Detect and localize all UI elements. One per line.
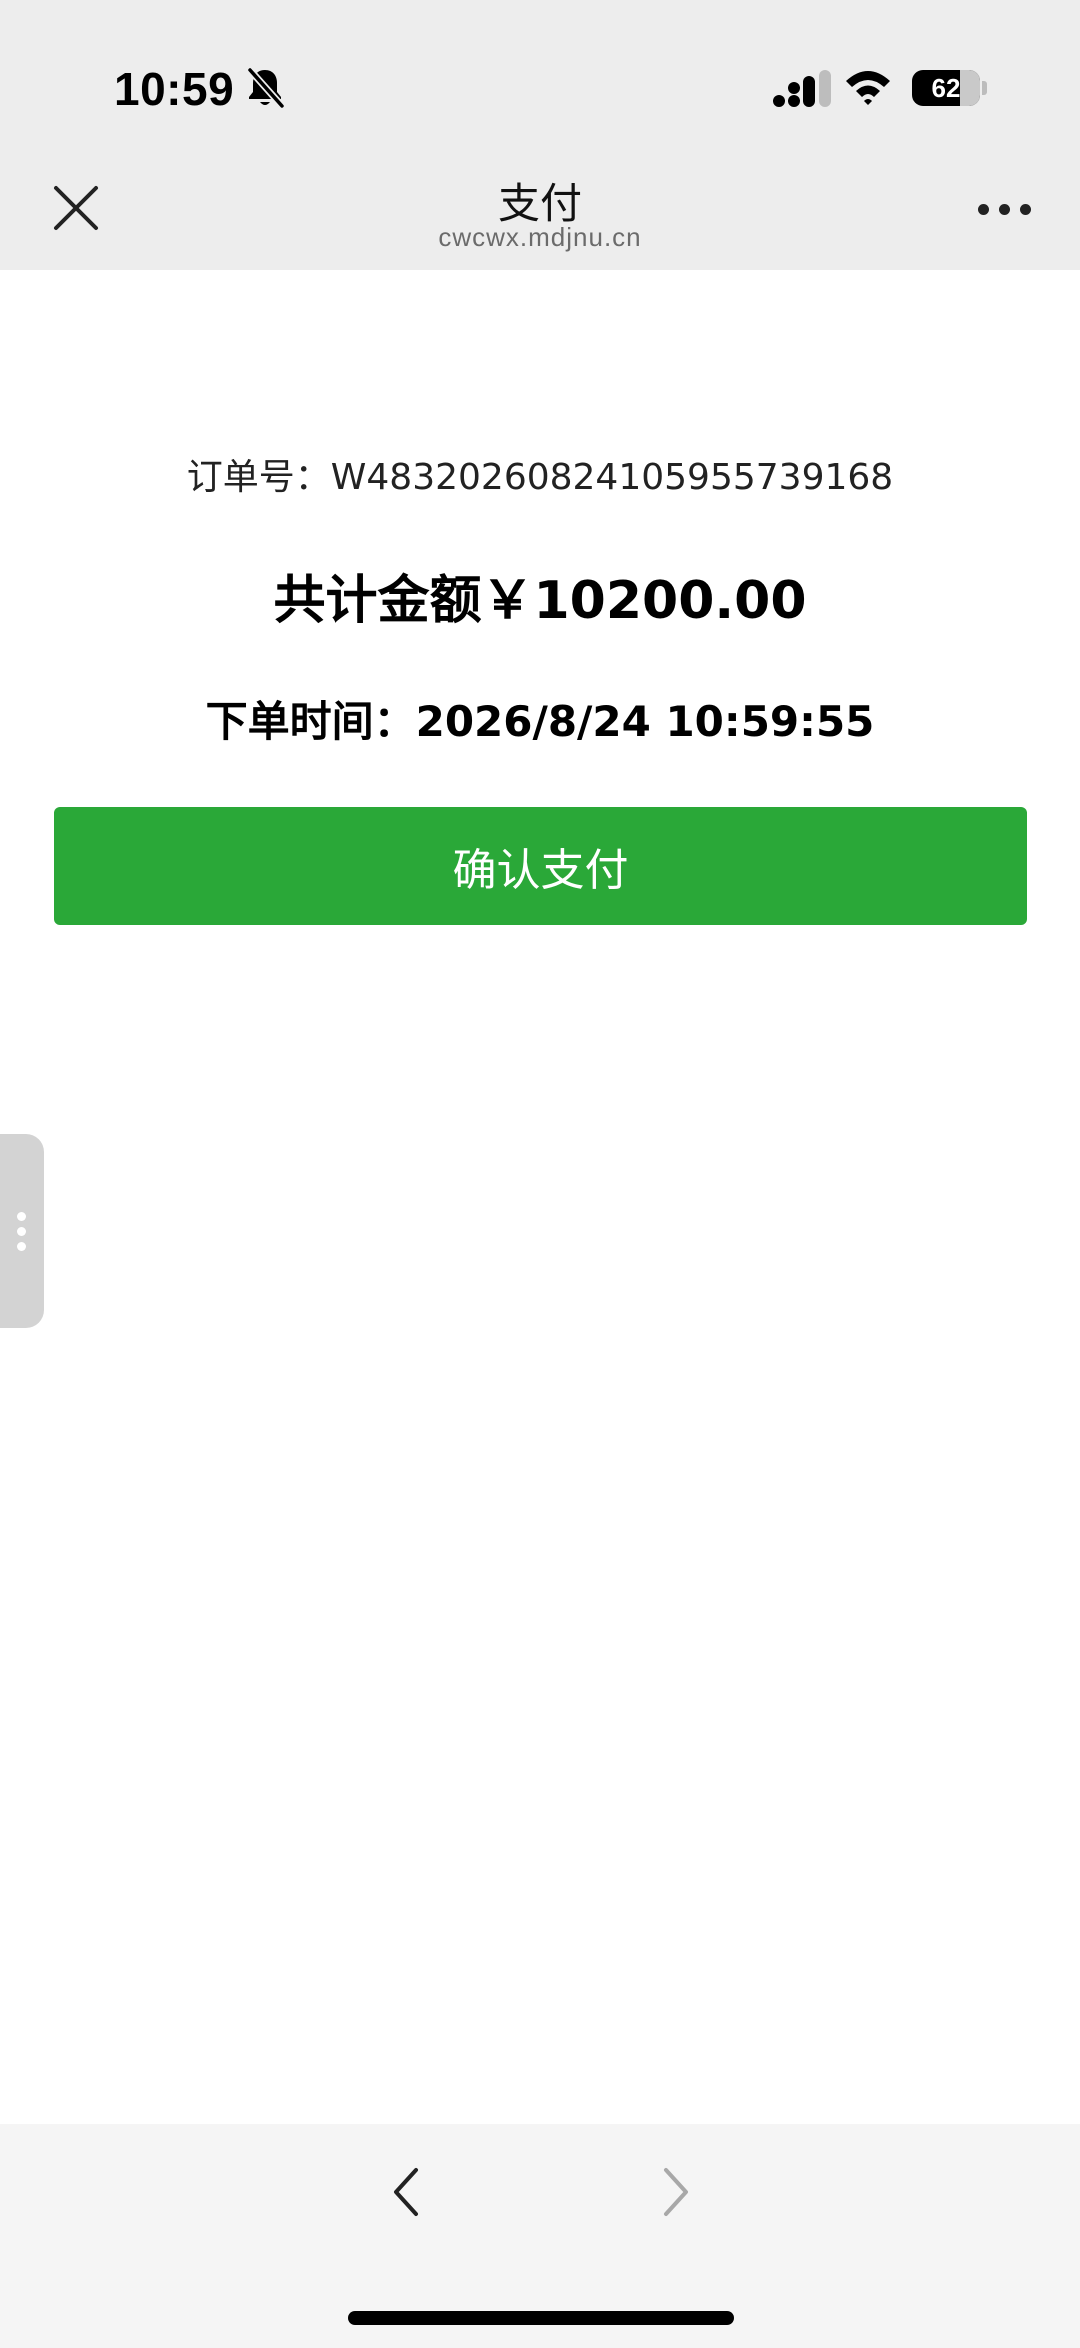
chevron-right-icon[interactable] [656,2164,696,2220]
wifi-icon [846,71,890,105]
chevron-left-icon[interactable] [386,2164,426,2220]
confirm-pay-button[interactable]: 确认支付 [54,807,1027,925]
dot-icon [17,1227,26,1236]
home-indicator[interactable] [348,2311,734,2325]
order-number: 订单号：W48320260824105955739168 [186,457,894,498]
battery-cap [982,81,987,95]
dot-icon [17,1242,26,1251]
battery-level: 62 [931,73,961,103]
payment-screen: 10:59 62 支付 cwcwx.mdjnu.cn 订单号：W48320260… [0,0,1080,2348]
bell-muted-icon [247,67,285,109]
floating-side-handle[interactable] [0,1134,44,1328]
total-amount: 共计金额￥10200.00 [273,571,807,631]
status-time: 10:59 [114,63,235,115]
cellular-signal-icon [773,70,831,107]
page-url: cwcwx.mdjnu.cn [438,222,642,252]
dot-icon [17,1212,26,1221]
battery-icon: 62 [912,70,980,106]
more-icon[interactable] [976,196,1034,222]
order-time: 下单时间：2026/8/24 10:59:55 [205,697,875,746]
